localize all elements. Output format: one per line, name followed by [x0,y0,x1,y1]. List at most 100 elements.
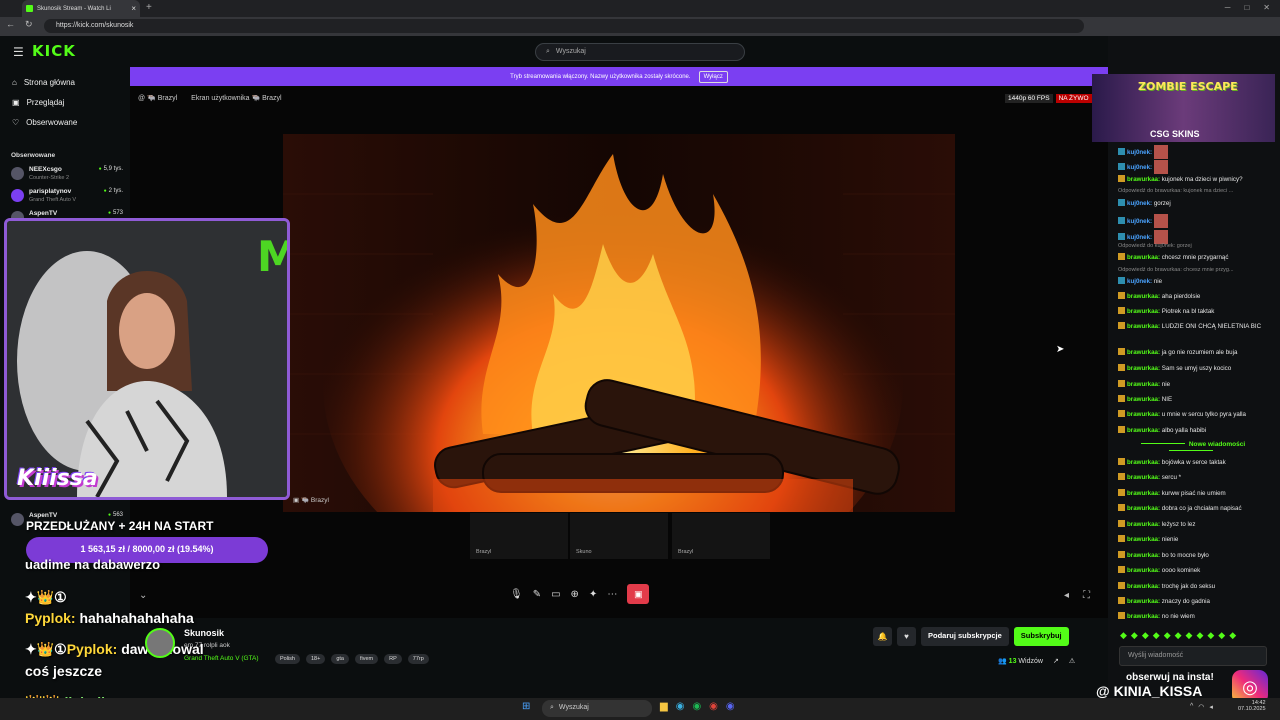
participant-thumb[interactable]: Brazyl [470,513,568,559]
chat-username[interactable]: brawurkaa: [1127,613,1160,620]
chat-username[interactable]: brawurkaa: [1127,505,1160,512]
camera-icon[interactable]: ✎ [533,589,541,600]
end-call-button[interactable]: ▣ [627,584,650,604]
chat-username[interactable]: brawurkaa: [1127,381,1160,388]
more-icon[interactable]: ⋯ [607,589,617,600]
chat-username[interactable]: brawurkaa: [1127,396,1160,403]
chat-username[interactable]: brawurkaa: [1127,411,1160,418]
edge-icon[interactable]: ◉ [676,701,685,712]
stream-category[interactable]: Grand Theft Auto V (GTA) [184,655,259,662]
reload-icon[interactable]: ↻ [25,19,33,30]
chat-username[interactable]: brawurkaa: [1127,552,1160,559]
wifi-icon[interactable]: ◠ [1198,703,1204,711]
emote-icon[interactable]: ◆ [1131,630,1138,641]
overlay-chat-line: uadime na dabawerzo [25,557,160,572]
chat-username[interactable]: brawurkaa: [1127,349,1160,356]
participant-thumb[interactable]: Skuno [570,513,668,559]
gamepad-icon[interactable]: ⊕ [571,589,579,600]
sidebar-item-following[interactable]: ♡ Obserwowane [12,118,77,127]
volume-icon[interactable]: ◂ [1064,590,1069,601]
emote-icon[interactable]: ◆ [1175,630,1182,641]
minimize-icon[interactable]: ─ [1225,3,1231,12]
emote-icon[interactable]: ◆ [1142,630,1149,641]
close-window-icon[interactable]: ✕ [1263,3,1270,12]
report-icon[interactable]: ⚠ [1069,657,1075,665]
tag[interactable]: 77rp [407,654,429,664]
chat-username[interactable]: brawurkaa: [1127,323,1160,330]
clock[interactable]: 14:42 07.10.2025 [1238,700,1266,712]
taskbar-search[interactable]: ⌕ Wyszukaj [542,700,652,717]
gift-sub-button[interactable]: Podaruj subskrypcje [921,627,1009,646]
chat-username[interactable]: kuj0nek: [1127,164,1152,171]
new-tab-button[interactable]: + [146,2,152,13]
tag[interactable]: Polish [275,654,300,664]
chat-username[interactable]: kuj0nek: [1127,234,1152,241]
chat-username[interactable]: brawurkaa: [1127,474,1160,481]
emote-icon[interactable]: ◆ [1218,630,1225,641]
discord-icon[interactable]: ◉ [726,701,735,712]
volume-icon[interactable]: ◂ [1209,703,1213,711]
emote-icon[interactable]: ◆ [1207,630,1214,641]
chat-username[interactable]: brawurkaa: [1127,308,1160,315]
chat-input[interactable]: Wyślij wiadomość [1119,646,1267,666]
channel-name[interactable]: Skunosik [184,628,224,638]
followed-channel[interactable]: NEEXcsgo Counter-Strike 2 5,9 tys. [11,165,123,185]
channel-avatar[interactable] [145,628,175,658]
subscribe-button[interactable]: Subskrybuj [1013,627,1069,646]
tag[interactable]: 18+ [305,654,326,664]
tag[interactable]: gta [331,654,349,664]
chat-username[interactable]: brawurkaa: [1127,521,1160,528]
search-input[interactable]: ⌕ Wyszukaj [535,43,745,61]
emote-icon[interactable]: ◆ [1120,630,1127,641]
emote-icon[interactable]: ◆ [1164,630,1171,641]
windows-icon[interactable]: ⊞ [522,701,530,712]
chat-username[interactable]: brawurkaa: [1127,254,1160,261]
screenshare-icon[interactable]: ▭ [551,589,560,600]
folder-icon[interactable]: ▆ [660,701,668,712]
sidebar-item-browse[interactable]: ▣ Przeglądaj [12,98,64,107]
chat-username[interactable]: brawurkaa: [1127,567,1160,574]
tag[interactable]: fivem [354,654,379,664]
taskbar-apps: ▆ ◉ ◉ ◉ ◉ [660,701,735,712]
activity-icon[interactable]: ✦ [589,589,597,600]
emote-icon[interactable]: ◆ [1153,630,1160,641]
close-tab-icon[interactable]: × [131,4,136,13]
chevron-up-icon[interactable]: ^ [1190,703,1193,711]
mic-icon[interactable]: 🎙 [510,589,523,600]
disable-streamer-mode-button[interactable]: Wyłącz [698,70,728,83]
chat-username[interactable]: brawurkaa: [1127,583,1160,590]
chat-username[interactable]: kuj0nek: [1127,218,1152,225]
share-icon[interactable]: ↗ [1053,657,1059,665]
chat-username[interactable]: brawurkaa: [1127,459,1160,466]
start-button[interactable]: ⊞ [522,701,530,712]
fullscreen-icon[interactable]: ⛶ [1083,590,1090,601]
browser-tab[interactable]: Skunosik Stream - Watch Li × [22,0,140,17]
chat-username[interactable]: brawurkaa: [1127,365,1160,372]
chat-username[interactable]: brawurkaa: [1127,490,1160,497]
chat-username[interactable]: brawurkaa: [1127,176,1160,183]
ad-title: ZOMBIE ESCAPE [1138,80,1238,93]
chat-username[interactable]: brawurkaa: [1127,293,1160,300]
chrome-icon[interactable]: ◉ [709,701,718,712]
chat-username[interactable]: brawurkaa: [1127,427,1160,434]
tag[interactable]: RP [384,654,402,664]
bell-icon[interactable]: 🔔 [873,627,892,646]
back-icon[interactable]: ← [6,19,15,30]
url-field[interactable]: https://kick.com/skunosik [44,19,1084,33]
chat-username[interactable]: kuj0nek: [1127,149,1152,156]
sidebar-item-home[interactable]: ⌂ Strona główna [12,78,75,87]
followed-channel[interactable]: parisplatynov Grand Theft Auto V 2 tys. [11,187,123,207]
menu-icon[interactable]: ☰ [13,45,24,59]
emote-icon[interactable]: ◆ [1186,630,1193,641]
heart-icon[interactable]: ♥ [897,627,916,646]
chat-username[interactable]: kuj0nek: [1127,200,1152,207]
chat-username[interactable]: brawurkaa: [1127,598,1160,605]
maximize-icon[interactable]: □ [1244,3,1249,12]
spotify-icon[interactable]: ◉ [692,701,701,712]
chat-username[interactable]: kuj0nek: [1127,278,1152,285]
kick-logo[interactable]: KICK [32,42,76,60]
chat-username[interactable]: brawurkaa: [1127,536,1160,543]
participant-thumb[interactable]: Brazyl [672,513,770,559]
emote-icon[interactable]: ◆ [1229,630,1236,641]
emote-icon[interactable]: ◆ [1196,630,1203,641]
